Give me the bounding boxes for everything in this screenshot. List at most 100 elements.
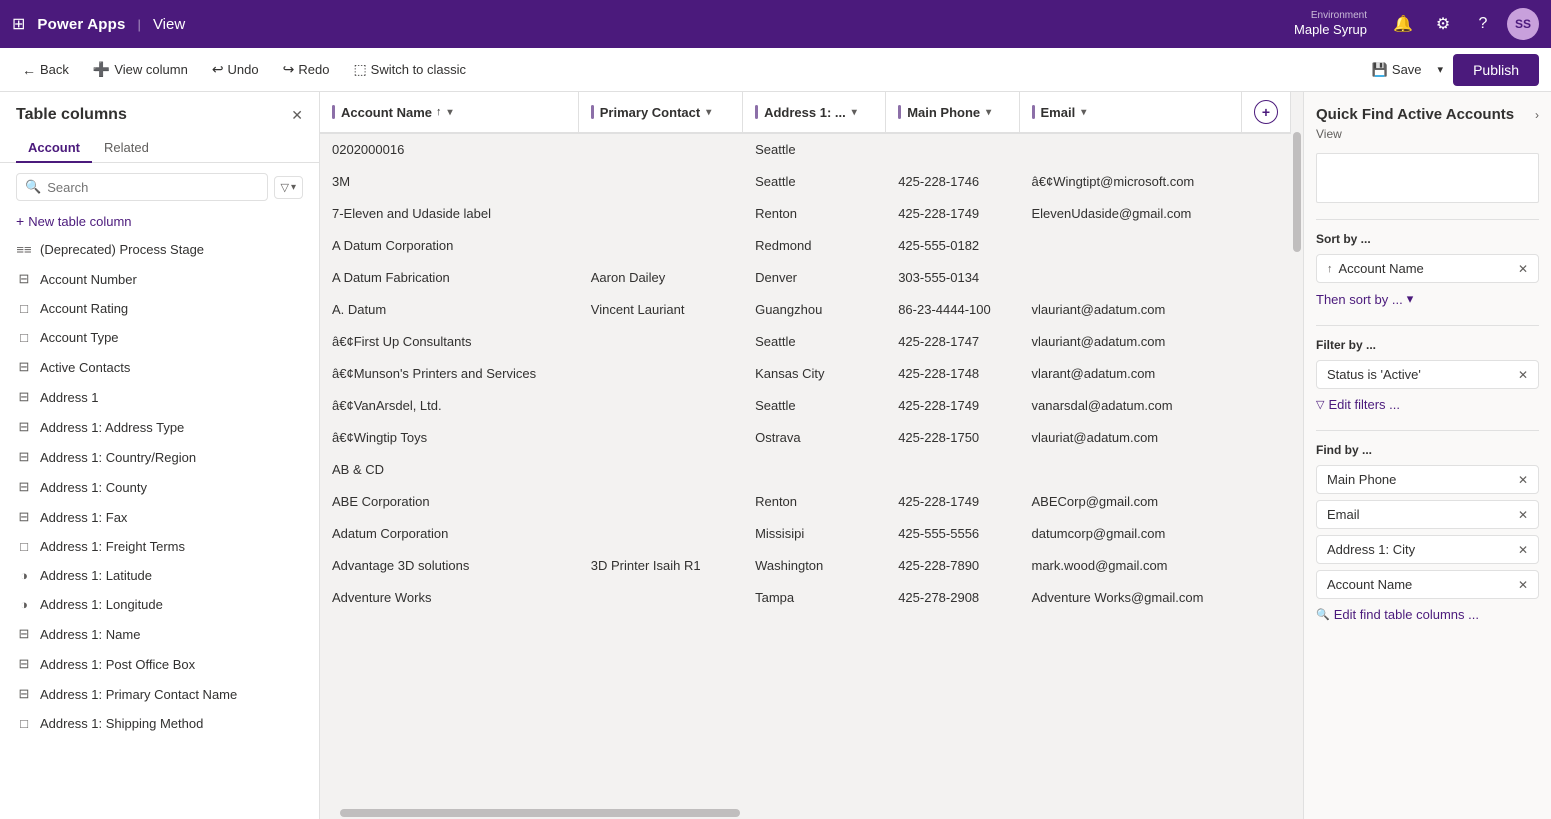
column-list-item[interactable]: ⊟ Address 1: Name xyxy=(0,619,319,649)
redo-button[interactable]: ↪ Redo xyxy=(273,55,340,84)
add-column-icon: ➕ xyxy=(93,61,110,78)
table-column-header[interactable]: Main Phone ▾ xyxy=(886,92,1019,133)
back-button[interactable]: ← Back xyxy=(12,56,79,84)
table-row[interactable]: Adventure WorksTampa425-278-2908Adventur… xyxy=(320,582,1291,614)
table-column-header[interactable]: Primary Contact ▾ xyxy=(578,92,742,133)
column-list-item[interactable]: ⊟ Address 1: Country/Region xyxy=(0,442,319,472)
column-list-item[interactable]: ◑ Address 1: Latitude xyxy=(0,561,319,590)
table-row[interactable]: 7-Eleven and Udaside labelRenton425-228-… xyxy=(320,198,1291,230)
column-list-item[interactable]: ⊟ Address 1: Primary Contact Name xyxy=(0,679,319,709)
find-chip-close-button[interactable]: ✕ xyxy=(1518,473,1528,487)
find-chip[interactable]: Account Name ✕ xyxy=(1316,570,1539,599)
col-filter-chevron[interactable]: ▾ xyxy=(852,107,857,118)
horizontal-scrollbar[interactable] xyxy=(320,807,1303,819)
table-row[interactable]: â€¢Wingtip ToysOstrava425-228-1750vlauri… xyxy=(320,422,1291,454)
col-filter-chevron[interactable]: ▾ xyxy=(448,107,453,118)
table-column-header[interactable]: Address 1: ... ▾ xyxy=(743,92,886,133)
then-sort-button[interactable]: Then sort by ... ▾ xyxy=(1316,289,1539,309)
undo-button[interactable]: ↩ Undo xyxy=(202,55,269,84)
table-column-header[interactable]: Email ▾ xyxy=(1019,92,1242,133)
search-input[interactable] xyxy=(47,180,258,195)
column-list-item[interactable]: ⊟ Active Contacts xyxy=(0,352,319,382)
find-chip-close-button[interactable]: ✕ xyxy=(1518,543,1528,557)
find-chip-close-button[interactable]: ✕ xyxy=(1518,508,1528,522)
tab-related[interactable]: Related xyxy=(92,132,161,163)
column-list-item[interactable]: ⊟ Address 1: Address Type xyxy=(0,412,319,442)
notification-icon[interactable]: 🔔 xyxy=(1387,8,1419,40)
table-cell: Ostrava xyxy=(743,422,886,454)
column-list-item[interactable]: □ Address 1: Shipping Method xyxy=(0,709,319,738)
settings-icon[interactable]: ⚙ xyxy=(1427,8,1459,40)
column-item-label: Address 1: Country/Region xyxy=(40,450,196,465)
right-panel-expand-icon[interactable]: › xyxy=(1535,108,1539,122)
save-button[interactable]: 💾 Save xyxy=(1362,56,1432,84)
save-dropdown-button[interactable]: ▾ xyxy=(1432,57,1450,82)
table-row[interactable]: 0202000016Seattle xyxy=(320,133,1291,166)
waffle-icon[interactable]: ⊞ xyxy=(12,14,25,34)
search-box[interactable]: 🔍 xyxy=(16,173,268,201)
col-filter-chevron[interactable]: ▾ xyxy=(1081,107,1086,118)
column-list-item[interactable]: ⊟ Address 1: Fax xyxy=(0,502,319,532)
edit-find-table-columns-button[interactable]: 🔍 Edit find table columns ... xyxy=(1316,605,1539,624)
col-filter-chevron[interactable]: ▾ xyxy=(986,107,991,118)
table-cell xyxy=(886,454,1019,486)
environment-block[interactable]: Environment Maple Syrup xyxy=(1294,9,1367,39)
sort-chip[interactable]: ↑ Account Name ✕ xyxy=(1316,254,1539,283)
column-list-item[interactable]: □ Account Rating xyxy=(0,294,319,323)
back-arrow-icon: ← xyxy=(22,62,36,78)
column-list-item[interactable]: ⊟ Account Number xyxy=(0,264,319,294)
find-chip[interactable]: Main Phone ✕ xyxy=(1316,465,1539,494)
filter-chip-close-button[interactable]: ✕ xyxy=(1518,368,1528,382)
plus-icon: + xyxy=(16,213,24,229)
column-type-icon: ⊟ xyxy=(16,479,32,495)
table-row[interactable]: A. DatumVincent LauriantGuangzhou86-23-4… xyxy=(320,294,1291,326)
column-list-item[interactable]: ≡≡ (Deprecated) Process Stage xyxy=(0,235,319,264)
column-list-item[interactable]: ⊟ Address 1: County xyxy=(0,472,319,502)
table-cell: vlarant@adatum.com xyxy=(1019,358,1242,390)
left-panel-close-button[interactable]: ✕ xyxy=(291,107,303,124)
view-column-button[interactable]: ➕ View column xyxy=(83,55,198,84)
vertical-scrollbar[interactable] xyxy=(1291,92,1303,807)
add-column-button[interactable]: + xyxy=(1254,100,1278,124)
main-content: Account Name ↑ ▾ Primary Contact ▾ Addre… xyxy=(320,92,1303,819)
column-list-item[interactable]: ⊟ Address 1 xyxy=(0,382,319,412)
column-list-item[interactable]: □ Address 1: Freight Terms xyxy=(0,532,319,561)
table-row[interactable]: A Datum CorporationRedmond425-555-0182 xyxy=(320,230,1291,262)
table-row[interactable]: AB & CD xyxy=(320,454,1291,486)
column-list-item[interactable]: ◑ Address 1: Longitude xyxy=(0,590,319,619)
table-row[interactable]: ABE CorporationRenton425-228-1749ABECorp… xyxy=(320,486,1291,518)
table-row[interactable]: â€¢Munson's Printers and ServicesKansas … xyxy=(320,358,1291,390)
h-scrollbar-thumb xyxy=(340,809,740,817)
command-bar: ← Back ➕ View column ↩ Undo ↪ Redo ⬚ Swi… xyxy=(0,48,1551,92)
table-row[interactable]: Advantage 3D solutions3D Printer Isaih R… xyxy=(320,550,1291,582)
table-row[interactable]: A Datum FabricationAaron DaileyDenver303… xyxy=(320,262,1291,294)
find-chip[interactable]: Address 1: City ✕ xyxy=(1316,535,1539,564)
redo-label: Redo xyxy=(298,62,329,77)
table-scroll[interactable]: Account Name ↑ ▾ Primary Contact ▾ Addre… xyxy=(320,92,1291,807)
tab-account[interactable]: Account xyxy=(16,132,92,163)
edit-filters-button[interactable]: ▽ Edit filters ... xyxy=(1316,395,1539,414)
column-type-icon: ⊟ xyxy=(16,271,32,287)
avatar[interactable]: SS xyxy=(1507,8,1539,40)
find-chip[interactable]: Email ✕ xyxy=(1316,500,1539,529)
find-chip-close-button[interactable]: ✕ xyxy=(1518,578,1528,592)
filter-button[interactable]: ▽ ▾ xyxy=(274,176,304,199)
publish-button[interactable]: Publish xyxy=(1453,54,1539,86)
sort-chip-close-button[interactable]: ✕ xyxy=(1518,262,1528,276)
new-table-column-button[interactable]: + New table column xyxy=(0,207,319,235)
column-list-item[interactable]: □ Account Type xyxy=(0,323,319,352)
switch-to-classic-button[interactable]: ⬚ Switch to classic xyxy=(343,55,476,84)
sort-section-title: Sort by ... xyxy=(1316,232,1539,246)
table-row[interactable]: â€¢VanArsdel, Ltd.Seattle425-228-1749van… xyxy=(320,390,1291,422)
table-cell: 3M xyxy=(320,166,578,198)
tab-bar: Account Related xyxy=(0,132,319,163)
table-row[interactable]: Adatum CorporationMissisipi425-555-5556d… xyxy=(320,518,1291,550)
col-filter-chevron[interactable]: ▾ xyxy=(706,107,711,118)
table-row[interactable]: â€¢First Up ConsultantsSeattle425-228-17… xyxy=(320,326,1291,358)
table-row[interactable]: 3MSeattle425-228-1746â€¢Wingtipt@microso… xyxy=(320,166,1291,198)
filter-chip[interactable]: Status is 'Active' ✕ xyxy=(1316,360,1539,389)
table-column-header[interactable]: Account Name ↑ ▾ xyxy=(320,92,578,133)
help-icon[interactable]: ? xyxy=(1467,8,1499,40)
column-list-item[interactable]: ⊟ Address 1: Post Office Box xyxy=(0,649,319,679)
table-cell: vanarsdal@adatum.com xyxy=(1019,390,1242,422)
